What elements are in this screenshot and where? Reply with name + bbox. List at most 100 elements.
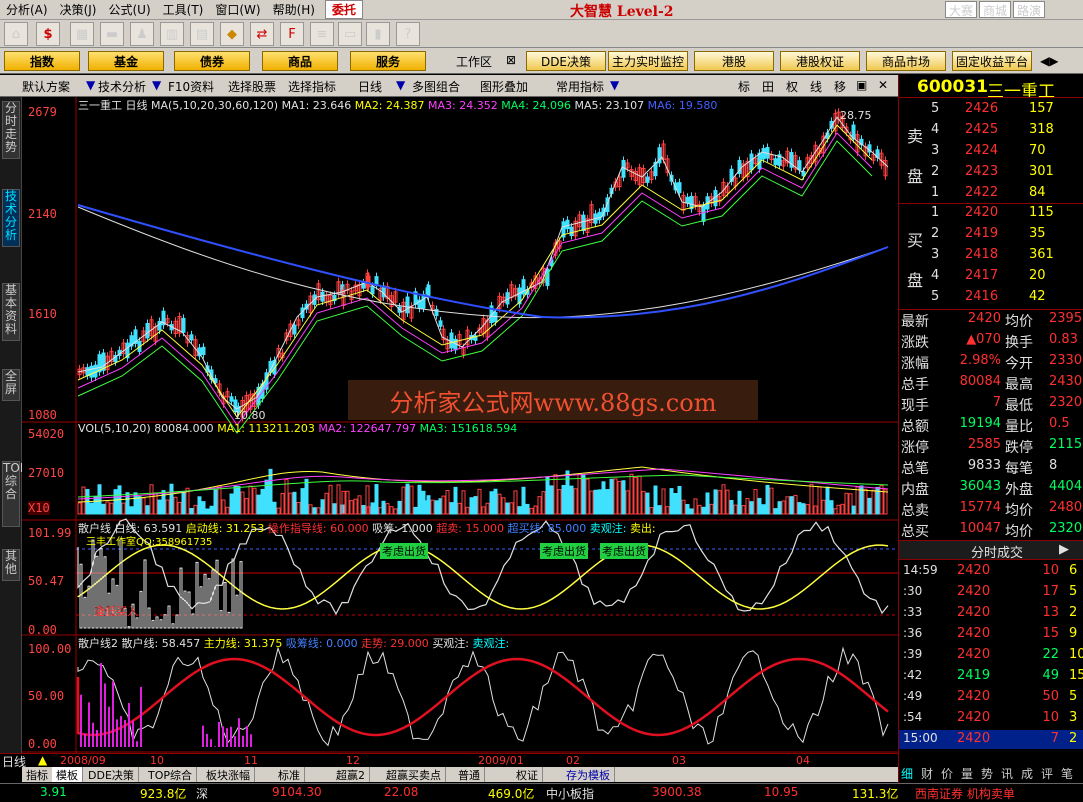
workspace-toggle-icon[interactable]: ⊠ bbox=[506, 53, 516, 67]
nav-dde[interactable]: DDE决策 bbox=[526, 51, 606, 71]
users-icon[interactable]: ♟ bbox=[130, 22, 154, 46]
quote-tab[interactable]: 价 bbox=[941, 765, 953, 782]
volume-bar bbox=[825, 486, 830, 515]
tab-save-template[interactable]: 存为模板 bbox=[562, 767, 615, 782]
contest-link[interactable]: 大赛 bbox=[945, 1, 978, 18]
dollar-icon[interactable]: $ bbox=[36, 22, 60, 46]
status-news-ticker[interactable]: 西南证券 机构卖单 bbox=[915, 785, 1015, 802]
tab-template[interactable]: 模板 bbox=[52, 767, 83, 782]
volume-bar bbox=[561, 484, 566, 515]
tab-top[interactable]: TOP综合 bbox=[144, 767, 198, 782]
scheme-dropdown[interactable]: 默认方案 bbox=[22, 78, 70, 95]
ind1-overbought: 超买线: 85.000 bbox=[507, 522, 587, 535]
tab-tech-analysis[interactable]: 技术分析 bbox=[2, 189, 20, 247]
quote-tab[interactable]: 评 bbox=[1041, 765, 1053, 782]
tab-fullscreen[interactable]: 全屏 bbox=[2, 369, 20, 401]
nav-fund[interactable]: 基金 bbox=[88, 51, 164, 71]
quote-tab[interactable]: 笔 bbox=[1061, 765, 1073, 782]
quote-tab[interactable]: 细 bbox=[901, 765, 913, 782]
menu-tools[interactable]: 工具(T) bbox=[157, 1, 210, 18]
nav-service[interactable]: 服务 bbox=[350, 51, 426, 71]
help-icon[interactable]: ? bbox=[396, 22, 420, 46]
f10-button[interactable]: F10资料 bbox=[168, 78, 214, 95]
absorb-bar bbox=[215, 559, 219, 629]
arrows-icon[interactable]: ⇄ bbox=[250, 22, 274, 46]
volume-bar bbox=[316, 507, 321, 515]
close-icon[interactable]: ✕ bbox=[878, 78, 888, 92]
tab-dde[interactable]: DDE决策 bbox=[84, 767, 139, 782]
period-dropdown[interactable]: 日线 bbox=[358, 78, 382, 95]
tab-warrant[interactable]: 权证 bbox=[512, 767, 543, 782]
roadshow-link[interactable]: 路演 bbox=[1013, 1, 1046, 18]
select-indicator-button[interactable]: 选择指标 bbox=[288, 78, 336, 95]
rights-button[interactable]: 权 bbox=[786, 78, 798, 95]
tab-intraday[interactable]: 分时走势 bbox=[2, 101, 20, 159]
tab-indicator[interactable]: 指标 bbox=[22, 767, 53, 782]
menu-window[interactable]: 窗口(W) bbox=[209, 1, 266, 18]
chart-icon[interactable]: ▥ bbox=[160, 22, 184, 46]
nav-fixed-income[interactable]: 固定收益平台 bbox=[952, 51, 1032, 71]
tab-fundamentals[interactable]: 基本资料 bbox=[2, 283, 20, 341]
menu-help[interactable]: 帮助(H) bbox=[267, 1, 321, 18]
quote-tab[interactable]: 量 bbox=[961, 765, 973, 782]
nav-bond[interactable]: 债券 bbox=[174, 51, 250, 71]
volume-bar bbox=[645, 492, 650, 515]
home-icon[interactable]: ⌂ bbox=[4, 22, 28, 46]
menu-formula[interactable]: 公式(U) bbox=[102, 1, 156, 18]
grid-icon[interactable]: ▦ bbox=[70, 22, 94, 46]
grid-button[interactable]: 田 bbox=[762, 78, 774, 95]
dropdown-arrow-icon[interactable]: ▼ bbox=[396, 78, 405, 92]
dropdown-arrow-icon[interactable]: ▼ bbox=[86, 78, 95, 92]
volume-bar bbox=[197, 496, 202, 515]
line-button[interactable]: 线 bbox=[810, 78, 822, 95]
restore-icon[interactable]: ▣ bbox=[856, 78, 867, 92]
tech-analysis-dropdown[interactable]: 技术分析 bbox=[98, 78, 146, 95]
tab-sector-gain[interactable]: 板块涨幅 bbox=[202, 767, 255, 782]
nav-commodity[interactable]: 商品 bbox=[262, 51, 338, 71]
nav-commodity-market[interactable]: 商品市场 bbox=[866, 51, 946, 71]
chart-area[interactable]: 三一重工 日线 MA(5,10,20,30,60,120) MA1: 23.64… bbox=[22, 97, 898, 767]
tab-chaoying2[interactable]: 超赢2 bbox=[332, 767, 370, 782]
volume-bar bbox=[805, 504, 810, 515]
overlay-button[interactable]: 图形叠加 bbox=[480, 78, 528, 95]
dropdown-arrow-icon[interactable]: ▼ bbox=[152, 78, 161, 92]
trust-button[interactable]: 委托 bbox=[324, 0, 363, 19]
absorb-bar bbox=[191, 613, 195, 629]
diamond-icon[interactable]: ◆ bbox=[220, 22, 244, 46]
stat-label: 总手 bbox=[901, 377, 929, 393]
menu-analysis[interactable]: 分析(A) bbox=[0, 1, 54, 18]
workspace-label[interactable]: 工作区 bbox=[456, 53, 492, 70]
tab-normal[interactable]: 普通 bbox=[454, 767, 485, 782]
volume-bar bbox=[661, 488, 666, 515]
list-icon[interactable]: ≡ bbox=[310, 22, 334, 46]
menu-decision[interactable]: 决策(J) bbox=[54, 1, 103, 18]
nav-index[interactable]: 指数 bbox=[4, 51, 80, 71]
bid-price: 2419 bbox=[965, 226, 999, 241]
mall-link[interactable]: 商城 bbox=[979, 1, 1012, 18]
nav-hk[interactable]: 港股 bbox=[694, 51, 774, 71]
select-stock-button[interactable]: 选择股票 bbox=[228, 78, 276, 95]
tab-chaoying-points[interactable]: 超赢买卖点 bbox=[382, 767, 446, 782]
nav-main-monitor[interactable]: 主力实时监控 bbox=[608, 51, 688, 71]
dropdown-arrow-icon[interactable]: ▼ bbox=[610, 78, 619, 92]
bars-icon[interactable]: ▮ bbox=[366, 22, 390, 46]
tab-top[interactable]: TOP综合 bbox=[2, 461, 27, 527]
nav-hk-warrant[interactable]: 港股权证 bbox=[780, 51, 860, 71]
common-indicator-dropdown[interactable]: 常用指标 bbox=[556, 78, 604, 95]
mark-button[interactable]: 标 bbox=[738, 78, 750, 95]
move-button[interactable]: 移 bbox=[834, 78, 846, 95]
nav-more-icon[interactable]: ◀▶ bbox=[1040, 54, 1058, 68]
quote-tab[interactable]: 成 bbox=[1021, 765, 1033, 782]
multi-chart-button[interactable]: 多图组合 bbox=[412, 78, 460, 95]
tab-standard[interactable]: 标准 bbox=[274, 767, 305, 782]
f10-icon[interactable]: F bbox=[280, 22, 304, 46]
tab-other[interactable]: 其他 bbox=[2, 549, 20, 581]
volume-bar bbox=[581, 474, 586, 515]
studio-annotation: 三丰工作室QQ:358961735 bbox=[86, 537, 213, 548]
window-icon[interactable]: ▭ bbox=[338, 22, 362, 46]
quote-tab[interactable]: 讯 bbox=[1001, 765, 1013, 782]
ticker-icon[interactable]: ▬ bbox=[100, 22, 124, 46]
news-icon[interactable]: ▤ bbox=[190, 22, 214, 46]
quote-tab[interactable]: 财 bbox=[921, 765, 933, 782]
quote-tab[interactable]: 势 bbox=[981, 765, 993, 782]
